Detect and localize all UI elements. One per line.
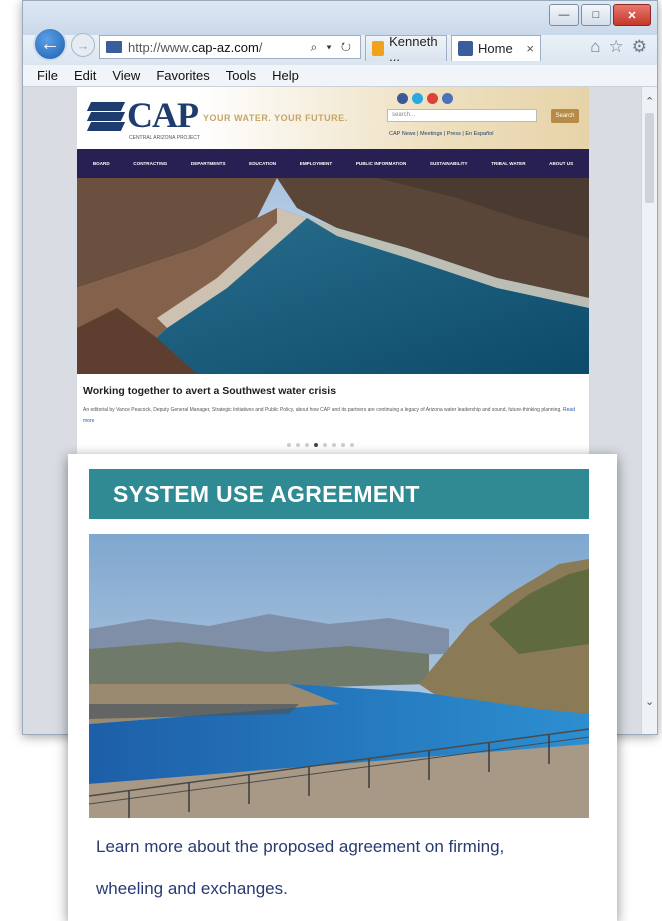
back-arrow-icon: ← xyxy=(40,32,60,55)
site-tagline: YOUR WATER. YOUR FUTURE. xyxy=(203,113,348,123)
card-banner: SYSTEM USE AGREEMENT xyxy=(89,469,589,519)
menu-tools[interactable]: Tools xyxy=(226,68,256,83)
address-host: cap-az.com xyxy=(191,39,259,55)
hero-summary-text: An editorial by Vance Peacock, Deputy Ge… xyxy=(83,407,562,413)
nav-board[interactable]: BOARD xyxy=(93,161,110,166)
youtube-icon[interactable] xyxy=(427,93,438,104)
tab-home[interactable]: Home × xyxy=(451,35,541,61)
logo-text: CAP xyxy=(127,95,199,135)
close-tab-icon[interactable]: × xyxy=(526,41,534,56)
forward-arrow-icon: → xyxy=(76,37,90,53)
maximize-button[interactable]: □ xyxy=(581,4,611,26)
tab-favicon-icon xyxy=(372,41,385,56)
tab-label: Home xyxy=(478,41,513,56)
address-suffix: / xyxy=(258,39,263,55)
menu-file[interactable]: File xyxy=(37,68,58,83)
address-tools-icons[interactable]: ⌕ ▾ ↻ xyxy=(310,40,354,55)
flickr-icon[interactable] xyxy=(442,93,453,104)
cap-logo-mark-icon xyxy=(86,98,126,132)
nav-tribal-water[interactable]: TRIBAL WATER xyxy=(491,161,525,166)
scroll-up-icon[interactable]: ⌃ xyxy=(645,95,654,108)
slide-dot[interactable] xyxy=(341,443,345,447)
nav-public-information[interactable]: PUBLIC INFORMATION xyxy=(356,161,406,166)
favorites-star-icon[interactable]: ☆ xyxy=(609,37,624,57)
nav-sustainability[interactable]: SUSTAINABILITY xyxy=(430,161,468,166)
system-use-agreement-card[interactable]: SYSTEM USE AGREEMENT Learn more about th… xyxy=(68,454,617,921)
menu-favorites[interactable]: Favorites xyxy=(156,68,209,83)
slide-dot[interactable] xyxy=(305,443,309,447)
address-bar[interactable]: http://www. cap-az.com / ⌕ ▾ ↻ xyxy=(99,35,361,59)
slide-dot[interactable] xyxy=(350,443,354,447)
nav-departments[interactable]: DEPARTMENTS xyxy=(191,161,226,166)
canal-photo xyxy=(89,534,589,818)
back-button[interactable]: ← xyxy=(33,27,67,61)
social-icons xyxy=(397,93,453,104)
toolbar-icons: ⌂ ☆ ⚙ xyxy=(590,37,647,57)
vertical-scrollbar[interactable]: ⌃ ⌄ xyxy=(641,87,657,734)
settings-gear-icon[interactable]: ⚙ xyxy=(632,37,647,57)
tab-favicon-icon xyxy=(458,41,473,56)
close-window-button[interactable]: ✕ xyxy=(613,4,651,26)
hero-headline[interactable]: Working together to avert a Southwest wa… xyxy=(83,385,336,397)
nav-contracting[interactable]: CONTRACTING xyxy=(133,161,167,166)
slide-dot[interactable] xyxy=(287,443,291,447)
menu-edit[interactable]: Edit xyxy=(74,68,96,83)
tab-label: Kenneth ... xyxy=(389,33,438,64)
site-favicon-icon xyxy=(106,41,122,53)
minimize-button[interactable]: — xyxy=(549,4,579,26)
home-icon[interactable]: ⌂ xyxy=(590,37,600,57)
forward-button[interactable]: → xyxy=(71,33,95,57)
facebook-icon[interactable] xyxy=(397,93,408,104)
nav-education[interactable]: EDUCATION xyxy=(249,161,276,166)
twitter-icon[interactable] xyxy=(412,93,423,104)
canal-photo-svg xyxy=(89,534,589,818)
address-prefix: http://www. xyxy=(128,39,192,55)
slide-indicators xyxy=(287,443,354,447)
header-links[interactable]: CAP News | Meetings | Press | En Español xyxy=(389,131,493,137)
slide-dot[interactable] xyxy=(332,443,336,447)
site-main-nav: BOARD CONTRACTING DEPARTMENTS EDUCATION … xyxy=(77,149,589,178)
site-search-input[interactable]: search... xyxy=(387,109,537,122)
logo-subtitle: CENTRAL ARIZONA PROJECT xyxy=(129,135,200,141)
site-header: CAP CENTRAL ARIZONA PROJECT YOUR WATER. … xyxy=(77,87,589,149)
slide-dot-active[interactable] xyxy=(314,443,318,447)
scroll-thumb[interactable] xyxy=(645,113,654,203)
hero-summary: An editorial by Vance Peacock, Deputy Ge… xyxy=(83,405,581,427)
card-description[interactable]: Learn more about the proposed agreement … xyxy=(96,826,576,910)
slide-dot[interactable] xyxy=(296,443,300,447)
nav-about-us[interactable]: ABOUT US xyxy=(549,161,573,166)
tab-kenneth[interactable]: Kenneth ... xyxy=(365,33,447,64)
menu-help[interactable]: Help xyxy=(272,68,299,83)
hero-image-lake-canyon[interactable] xyxy=(77,178,589,374)
menu-bar: File Edit View Favorites Tools Help xyxy=(23,65,657,87)
nav-employment[interactable]: EMPLOYMENT xyxy=(300,161,332,166)
site-search-button[interactable]: Search xyxy=(551,109,579,123)
hero-photo-svg xyxy=(77,178,589,374)
scroll-down-icon[interactable]: ⌄ xyxy=(645,695,654,708)
slide-dot[interactable] xyxy=(323,443,327,447)
menu-view[interactable]: View xyxy=(112,68,140,83)
card-title: SYSTEM USE AGREEMENT xyxy=(113,480,420,507)
cap-logo[interactable]: CAP CENTRAL ARIZONA PROJECT xyxy=(86,95,200,141)
